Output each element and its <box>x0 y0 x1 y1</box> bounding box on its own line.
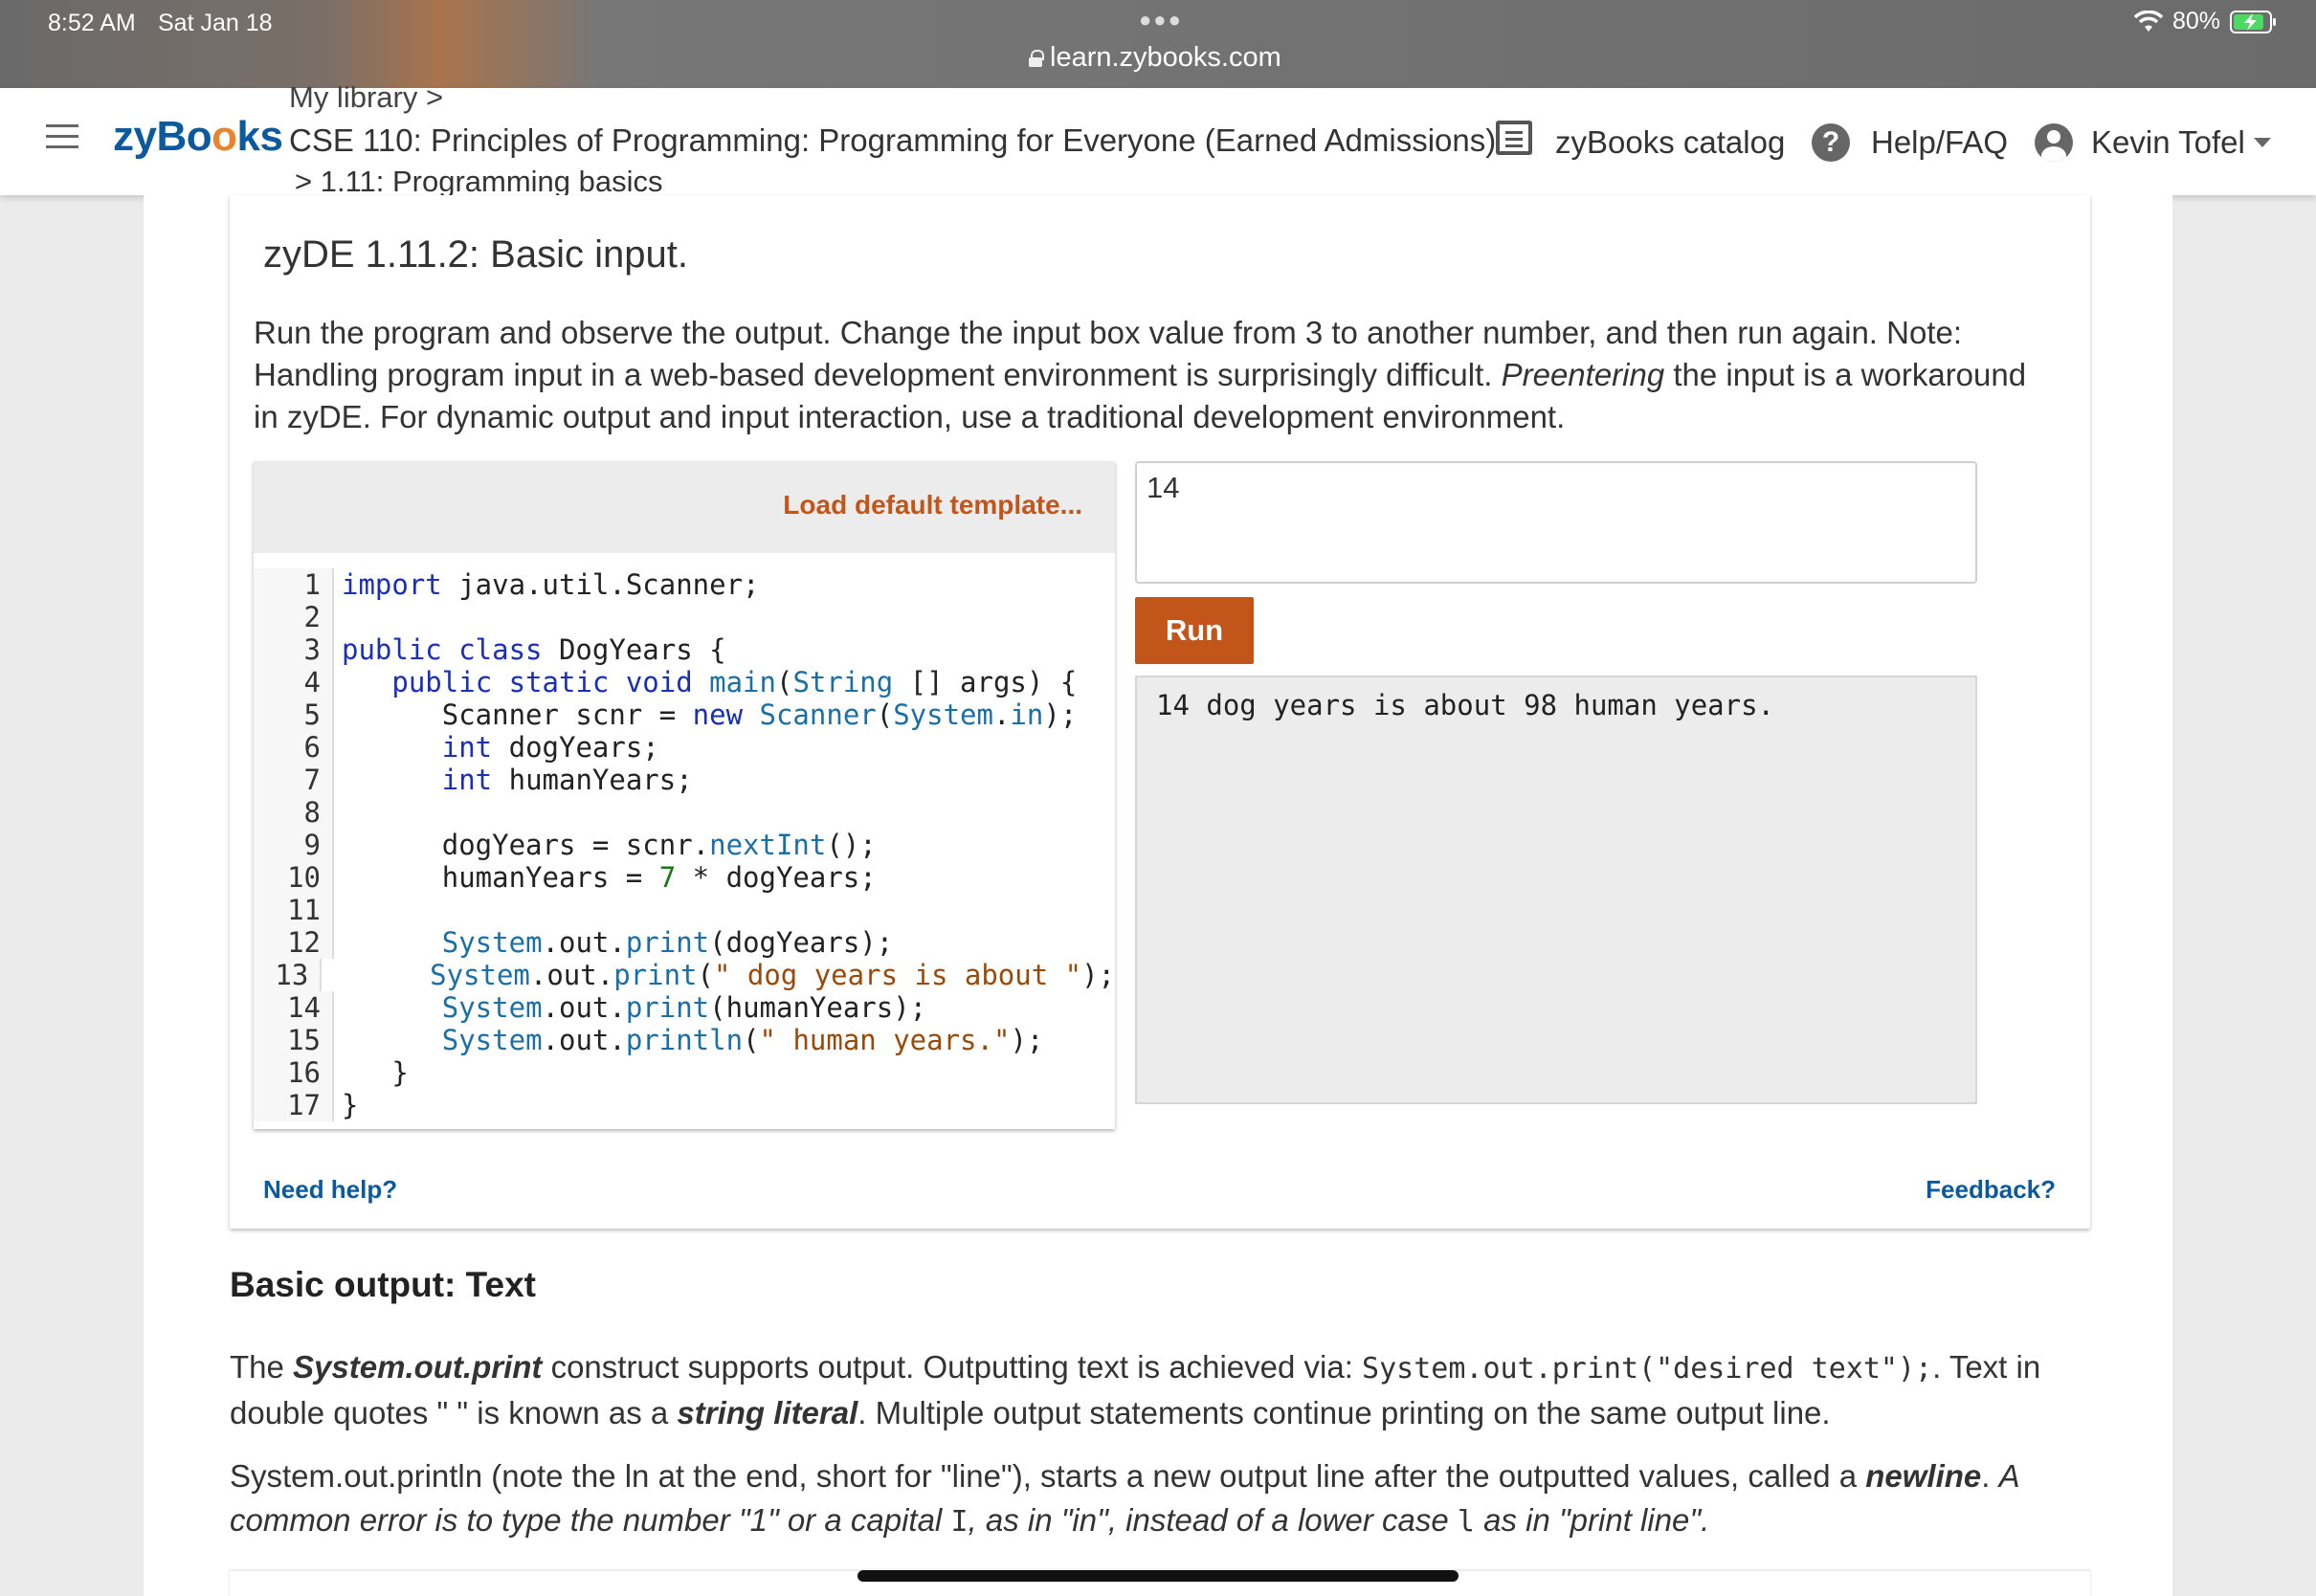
code-line: 7 int humanYears; <box>254 764 1115 796</box>
more-dots-icon[interactable]: ●●● <box>1139 8 1183 33</box>
code-line: 4 public static void main(String [] args… <box>254 666 1115 698</box>
chevron-down-icon[interactable] <box>2254 138 2271 147</box>
code-line: 2 <box>254 601 1115 633</box>
code-line: 12 System.out.print(dogYears); <box>254 926 1115 959</box>
home-indicator[interactable] <box>857 1570 1459 1582</box>
content-page: zyDE 1.11.2: Basic input. Run the progra… <box>144 195 2172 1596</box>
program-output: 14 dog years is about 98 human years. <box>1135 676 1977 1104</box>
top-navigation: zyBooks My library > CSE 110: Principles… <box>0 80 2316 198</box>
status-date: Sat Jan 18 <box>158 10 273 36</box>
code-line: 8 <box>254 796 1115 829</box>
help-link[interactable]: Help/FAQ <box>1871 124 2008 161</box>
code-line: 9 dogYears = scnr.nextInt(); <box>254 829 1115 861</box>
breadcrumb-section[interactable]: > 1.11: Programming basics <box>295 165 663 199</box>
lock-icon <box>1029 49 1044 67</box>
load-default-template-link[interactable]: Load default template... <box>783 490 1082 521</box>
code-line: 15 System.out.println(" human years."); <box>254 1024 1115 1056</box>
code-line: 1 import java.util.Scanner; <box>254 568 1115 601</box>
zyde-card: zyDE 1.11.2: Basic input. Run the progra… <box>230 195 2090 1229</box>
menu-icon[interactable] <box>46 124 78 149</box>
zybooks-logo[interactable]: zyBooks <box>113 113 283 161</box>
code-line: 3 public class DogYears { <box>254 633 1115 666</box>
status-bar: 8:52 AM Sat Jan 18 ●●● learn.zybooks.com… <box>0 0 2316 88</box>
status-time: 8:52 AM <box>48 10 136 36</box>
code-editor[interactable]: Load default template... 1 import java.ut… <box>254 461 1115 1129</box>
section-title: Basic output: Text <box>230 1265 536 1304</box>
editor-toolbar: Load default template... <box>254 461 1115 553</box>
code-line: 6 int dogYears; <box>254 731 1115 764</box>
need-help-link[interactable]: Need help? <box>263 1175 397 1205</box>
help-icon[interactable]: ? <box>1812 123 1850 162</box>
code-line: 10 humanYears = 7 * dogYears; <box>254 861 1115 894</box>
code-line: 14 System.out.print(humanYears); <box>254 991 1115 1024</box>
code-line: 17} <box>254 1089 1115 1121</box>
address-url: learn.zybooks.com <box>1050 42 1281 73</box>
feedback-link[interactable]: Feedback? <box>1926 1175 2056 1205</box>
code-line: 13 System.out.print(" dog years is about… <box>254 959 1115 991</box>
wifi-icon <box>2133 10 2163 33</box>
run-button[interactable]: Run <box>1135 597 1254 664</box>
catalog-icon[interactable] <box>1496 121 1532 155</box>
code-area[interactable]: 1 import java.util.Scanner; 2 3 public cla… <box>254 553 1115 1121</box>
paragraph-println: System.out.println (note the ln at the e… <box>230 1458 2019 1539</box>
battery-charging-icon <box>2230 10 2278 34</box>
zyde-title: zyDE 1.11.2: Basic input. <box>263 233 688 276</box>
code-line: 5 Scanner scnr = new Scanner(System.in); <box>254 698 1115 731</box>
address-bar[interactable]: learn.zybooks.com <box>1029 42 1281 74</box>
program-input-field[interactable]: 14 <box>1135 461 1977 584</box>
breadcrumb-course[interactable]: CSE 110: Principles of Programming: Prog… <box>289 122 1504 159</box>
zyde-description: Run the program and observe the output. … <box>254 315 2027 434</box>
code-line: 16 } <box>254 1056 1115 1089</box>
battery-percent: 80% <box>2171 8 2220 34</box>
catalog-link[interactable]: zyBooks catalog <box>1555 124 1785 161</box>
paragraph-print: The System.out.print construct supports … <box>230 1349 2041 1430</box>
user-avatar-icon[interactable] <box>2035 123 2073 162</box>
breadcrumb-library[interactable]: My library > <box>289 80 443 115</box>
code-line: 11 <box>254 894 1115 926</box>
user-menu[interactable]: Kevin Tofel <box>2091 124 2245 161</box>
